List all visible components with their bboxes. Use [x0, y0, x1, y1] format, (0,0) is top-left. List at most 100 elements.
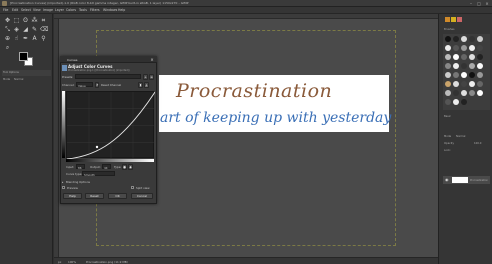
preview-checkbox[interactable] — [62, 186, 65, 189]
split-view-checkbox[interactable] — [131, 186, 134, 189]
brush-item[interactable] — [461, 72, 467, 78]
brush-item[interactable] — [453, 63, 459, 69]
brush-item[interactable] — [469, 72, 475, 78]
mode-value[interactable]: Normal — [14, 78, 23, 81]
brush-item[interactable] — [469, 36, 475, 42]
brush-item[interactable] — [453, 72, 459, 78]
menu-tools[interactable]: Tools — [79, 8, 87, 12]
zoom-selector[interactable]: 100% — [68, 260, 76, 264]
brush-item[interactable] — [477, 90, 483, 96]
brush-item[interactable] — [445, 90, 451, 96]
rect-select-tool-icon[interactable]: ⬚ — [13, 17, 20, 24]
brush-item[interactable] — [477, 45, 483, 51]
brush-item[interactable] — [453, 81, 459, 87]
brush-item[interactable] — [461, 81, 467, 87]
blending-options-label[interactable]: Blending Options — [66, 180, 90, 184]
vertical-ruler[interactable] — [54, 19, 59, 257]
maximize-icon[interactable]: □ — [476, 1, 482, 6]
reset-channel-icon[interactable]: ↺ — [95, 82, 99, 88]
blending-options-toggle[interactable]: ▸ — [62, 180, 63, 184]
menu-select[interactable]: Select — [21, 8, 31, 12]
brush-item[interactable] — [453, 45, 459, 51]
brush-item[interactable] — [477, 36, 483, 42]
channel-dropdown[interactable]: Value — [76, 82, 93, 88]
brush-item[interactable] — [461, 54, 467, 60]
menu-help[interactable]: Help — [118, 8, 125, 12]
presets-dropdown[interactable] — [75, 74, 141, 79]
brush-item[interactable] — [469, 81, 475, 87]
menu-image[interactable]: Image — [43, 8, 53, 12]
preset-menu-button[interactable]: ≡ — [149, 74, 154, 80]
add-preset-button[interactable]: + — [143, 74, 148, 80]
unit-selector[interactable]: px — [58, 260, 61, 264]
transform-tool-icon[interactable]: ⤡ — [4, 26, 11, 33]
brush-item[interactable] — [445, 72, 451, 78]
crop-tool-icon[interactable]: ⌗ — [40, 17, 47, 24]
brush-item[interactable] — [445, 54, 451, 60]
brush-item[interactable] — [453, 90, 459, 96]
horizontal-ruler[interactable] — [54, 14, 438, 19]
corner-type-icon[interactable]: ◆ — [128, 164, 133, 170]
menu-filters[interactable]: Filters — [90, 8, 100, 12]
brush-item[interactable] — [477, 72, 483, 78]
pattern-icon[interactable] — [451, 17, 456, 22]
move-tool-icon[interactable]: ✥ — [4, 17, 11, 24]
menu-colors[interactable]: Colors — [66, 8, 76, 12]
input-field[interactable]: 86 — [76, 164, 85, 170]
brush-item[interactable] — [453, 99, 459, 105]
minimize-icon[interactable]: – — [468, 1, 474, 6]
help-button[interactable]: Help — [63, 193, 82, 199]
brush-item[interactable] — [445, 36, 451, 42]
brush-item[interactable] — [469, 63, 475, 69]
brush-item[interactable] — [469, 45, 475, 51]
layer-name[interactable]: Procrastination — [470, 179, 488, 182]
reset-channel-label[interactable]: Reset Channel — [101, 83, 121, 87]
fg-color-icon[interactable] — [445, 17, 450, 22]
bucket-fill-tool-icon[interactable]: ◢ — [22, 26, 29, 33]
output-field[interactable]: 44 — [102, 164, 111, 170]
linear-histogram-icon[interactable]: ▮ — [138, 82, 143, 88]
opacity-value[interactable]: 100.0 — [474, 142, 481, 145]
brush-item[interactable] — [445, 81, 451, 87]
menu-windows[interactable]: Windows — [103, 8, 117, 12]
brush-item[interactable] — [477, 81, 483, 87]
curve-type-dropdown[interactable]: Smooth — [82, 171, 115, 177]
menu-layer[interactable]: Layer — [55, 8, 64, 12]
visibility-eye-icon[interactable]: ◉ — [445, 178, 450, 182]
cancel-button[interactable]: Cancel — [131, 193, 153, 199]
paths-tool-icon[interactable]: ✒ — [22, 35, 29, 42]
lasso-tool-icon[interactable]: ʘ — [22, 17, 29, 24]
paintbrush-tool-icon[interactable]: ✎ — [31, 26, 38, 33]
text-tool-icon[interactable]: A — [31, 35, 38, 42]
color-picker-tool-icon[interactable]: ⚲ — [40, 35, 47, 42]
brush-item[interactable] — [461, 36, 467, 42]
brush-item[interactable] — [469, 90, 475, 96]
fuzzy-select-tool-icon[interactable]: ⁂ — [31, 17, 38, 24]
warp-tool-icon[interactable]: ◈ — [13, 26, 20, 33]
brush-item[interactable] — [469, 54, 475, 60]
menu-view[interactable]: View — [33, 8, 41, 12]
smudge-tool-icon[interactable]: ☝ — [13, 35, 20, 42]
brush-item[interactable] — [461, 45, 467, 51]
smooth-type-icon[interactable]: ● — [122, 164, 127, 170]
brush-item[interactable] — [453, 36, 459, 42]
menu-file[interactable]: File — [3, 8, 8, 12]
brush-item[interactable] — [477, 54, 483, 60]
gradient-icon[interactable] — [457, 17, 462, 22]
brush-item[interactable] — [461, 90, 467, 96]
close-icon[interactable]: × — [484, 1, 490, 6]
zoom-tool-icon[interactable]: ⌕ — [4, 44, 11, 51]
menu-edit[interactable]: Edit — [12, 8, 18, 12]
brush-item[interactable] — [445, 99, 451, 105]
brush-item[interactable] — [445, 45, 451, 51]
layer-mode-value[interactable]: Normal — [456, 135, 465, 138]
foreground-color-swatch[interactable] — [19, 52, 28, 61]
reset-button[interactable]: Reset — [85, 193, 104, 199]
brush-item[interactable] — [445, 63, 451, 69]
brush-set-label[interactable]: Basic — [444, 115, 451, 118]
log-histogram-icon[interactable]: ◭ — [144, 82, 149, 88]
clone-tool-icon[interactable]: ⊕ — [4, 35, 11, 42]
brush-item[interactable] — [453, 54, 459, 60]
brush-item[interactable] — [461, 63, 467, 69]
eraser-tool-icon[interactable]: ⌫ — [40, 26, 48, 33]
